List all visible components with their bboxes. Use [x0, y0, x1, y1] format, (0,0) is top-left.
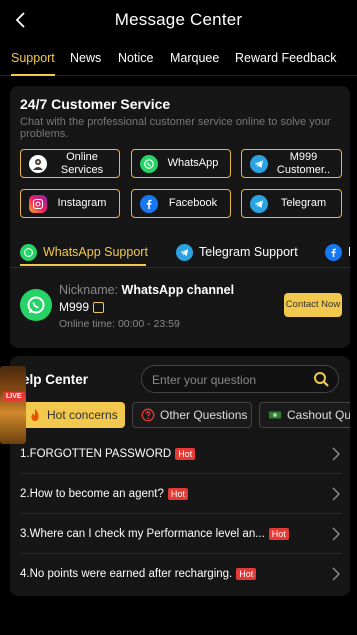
facebook-label: Facebook	[168, 197, 218, 209]
support-tab-indicator	[20, 264, 146, 266]
category-cashout-questions[interactable]: Cashout Qu	[259, 402, 350, 428]
live-stream-badge[interactable]: LIVE	[0, 366, 26, 444]
online-time: Online time: 00:00 - 23:59	[59, 318, 180, 330]
instagram-icon	[29, 195, 47, 213]
m999-customer-button[interactable]: M999 Customer..	[241, 149, 342, 178]
faq-item[interactable]: 3.Where can I check my Performance level…	[20, 514, 342, 554]
faq-item[interactable]: 2.How to become an agent? Hot	[20, 474, 342, 514]
telegram-button[interactable]: Telegram	[241, 189, 342, 218]
category-label: Other Questions	[160, 408, 248, 422]
customer-service-description: Chat with the professional customer serv…	[20, 116, 331, 140]
hot-badge: Hot	[175, 447, 196, 460]
whatsapp-icon	[20, 243, 37, 261]
tab-news[interactable]: News	[70, 40, 101, 76]
category-hot-concerns[interactable]: Hot concerns	[20, 402, 125, 428]
help-center-title: elp Center	[22, 372, 89, 387]
facebook-icon	[140, 195, 158, 213]
telegram-support-label: Telegram Support	[199, 245, 298, 259]
customer-service-title: 24/7 Customer Service	[20, 96, 171, 112]
chevron-right-icon	[332, 567, 341, 581]
question-icon	[141, 408, 155, 422]
telegram-icon	[176, 243, 193, 261]
whatsapp-label: WhatsApp	[167, 157, 219, 169]
tab-whatsapp-support[interactable]: WhatsApp Support	[20, 240, 148, 264]
online-services-button[interactable]: Online Services	[20, 149, 120, 178]
whatsapp-icon	[20, 289, 52, 321]
hot-badge: Hot	[167, 487, 188, 500]
copy-icon[interactable]	[93, 301, 105, 313]
tab-notice[interactable]: Notice	[118, 40, 153, 76]
whatsapp-icon	[140, 155, 158, 173]
customer-service-card: 24/7 Customer Service Chat with the prof…	[10, 86, 350, 348]
telegram-icon	[250, 155, 268, 173]
faq-question: 3.Where can I check my Performance level…	[20, 527, 265, 540]
facebook-support-label: F	[348, 245, 350, 259]
facebook-icon	[325, 243, 342, 261]
category-other-questions[interactable]: Other Questions	[132, 402, 252, 428]
tab-telegram-support[interactable]: Telegram Support	[176, 240, 298, 264]
faq-item[interactable]: 1.FORGOTTEN PASSWORD Hot	[20, 434, 342, 474]
telegram-icon	[250, 195, 268, 213]
nickname-label: Nickname:	[59, 283, 122, 297]
live-label: LIVE	[3, 392, 25, 401]
tab-facebook-support[interactable]: F	[325, 240, 350, 264]
contact-now-button[interactable]: Contact Now	[284, 293, 342, 317]
back-button[interactable]	[10, 9, 32, 31]
m999-customer-label: M999 Customer..	[276, 150, 331, 176]
chevron-right-icon	[332, 487, 341, 501]
chevron-right-icon	[332, 447, 341, 461]
tab-support[interactable]: Support	[11, 40, 55, 76]
whatsapp-button[interactable]: WhatsApp	[131, 149, 231, 178]
hot-badge: Hot	[236, 568, 257, 580]
fire-icon	[28, 408, 42, 422]
help-center-card: elp Center Hot concerns Other Questions …	[10, 356, 350, 596]
faq-question: 1.FORGOTTEN PASSWORD	[20, 447, 172, 460]
tab-marquee[interactable]: Marquee	[170, 40, 219, 76]
category-label: Cashout Qu	[287, 408, 350, 422]
page-title: Message Center	[114, 10, 243, 29]
faq-item[interactable]: 4.No points were earned after recharging…	[20, 554, 342, 594]
category-label: Hot concerns	[47, 408, 118, 422]
nickname-value: WhatsApp channel	[121, 283, 235, 297]
agent-nickname: Nickname: WhatsApp channel	[59, 283, 234, 297]
search-box	[141, 365, 339, 393]
tab-reward-feedback[interactable]: Reward Feedback	[235, 40, 336, 76]
facebook-button[interactable]: Facebook	[131, 189, 231, 218]
faq-question: 2.How to become an agent?	[20, 487, 164, 500]
top-tabs: Support News Notice Marquee Reward Feedb…	[0, 40, 357, 76]
account-value: M999	[59, 300, 90, 314]
header: Message Center	[0, 0, 357, 40]
whatsapp-support-label: WhatsApp Support	[43, 245, 148, 259]
search-icon[interactable]	[313, 371, 330, 388]
chevron-left-icon	[15, 12, 25, 28]
online-services-label: Online Services	[60, 150, 104, 176]
telegram-label: Telegram	[280, 197, 327, 209]
online-service-icon	[29, 155, 47, 173]
search-input[interactable]	[152, 370, 312, 390]
agent-account: M999	[59, 300, 105, 314]
instagram-button[interactable]: Instagram	[20, 189, 120, 218]
chevron-right-icon	[332, 527, 341, 541]
faq-question: 4.No points were earned after recharging…	[20, 568, 233, 580]
cash-icon	[268, 408, 282, 422]
hot-badge: Hot	[268, 527, 289, 540]
instagram-label: Instagram	[57, 197, 107, 209]
